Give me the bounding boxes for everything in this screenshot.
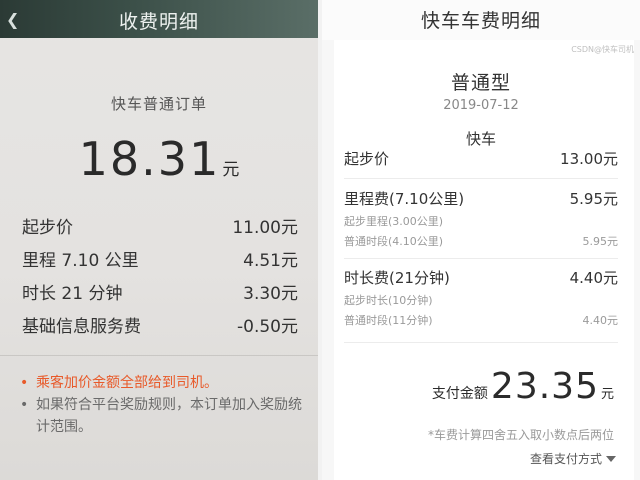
fee-label: 时长费(21分钟) (344, 269, 450, 287)
total-amount-unit: 元 (222, 160, 240, 180)
base-fare-row: 起步价 13.00元 (344, 148, 618, 169)
bullet: • (20, 375, 29, 391)
rounding-footnote: *车费计算四舍五入取小数点后两位 (427, 428, 614, 442)
mileage-fee-row: 里程费(7.10公里) 5.95元 (344, 188, 618, 209)
fee-row-base: 起步价 11.00元 (22, 209, 298, 242)
trip-date: 2019-07-12 (443, 98, 519, 113)
fee-row-duration: 时长 21 分钟 3.30元 (22, 275, 298, 308)
car-type: 普通型 (450, 72, 511, 94)
fee-label: 基础信息服务费 (22, 317, 141, 337)
duration-fee-row: 时长费(21分钟) 4.40元 (344, 267, 618, 288)
sub-label: 起步里程(3.00公里) (344, 215, 444, 228)
row-divider (344, 258, 618, 259)
notes: • 乘客加价金额全部给到司机。 • 如果符合平台奖励规则，本订单加入奖励统计范围… (20, 372, 305, 438)
sub-label: 普通时段(11分钟) (344, 314, 433, 327)
page-title: 快车车费明细 (420, 10, 541, 32)
fee-label: 起步价 (22, 218, 73, 238)
note-item: • 如果符合平台奖励规则，本订单加入奖励统计范围。 (20, 394, 305, 438)
header: 快车车费明细 (322, 0, 640, 40)
fee-value: -0.50元 (237, 317, 298, 337)
total-amount-value: 18.31 (78, 132, 221, 186)
top-bar: ❮ 收费明细 (0, 0, 318, 38)
fee-label: 里程费(7.10公里) (344, 190, 465, 208)
pay-unit: 元 (600, 387, 614, 402)
comparison-screenshot: ❮ 收费明细 快车普通订单 18.31 元 起步价 11.00元 里程 7.10 … (0, 0, 640, 480)
total-amount: 18.31 元 (0, 132, 318, 186)
fee-row-mileage: 里程 7.10 公里 4.51元 (22, 242, 298, 275)
fee-value: 11.00元 (232, 218, 298, 238)
pay-amount: 23.35 (490, 366, 599, 407)
note-item: • 乘客加价金额全部给到司机。 (20, 372, 305, 394)
note-text: 乘客加价金额全部给到司机。 (36, 375, 218, 391)
fee-rows: 起步价 11.00元 里程 7.10 公里 4.51元 时长 21 分钟 3.3… (22, 209, 298, 341)
fee-value: 5.95元 (569, 190, 618, 208)
view-payment-label: 查看支付方式 (529, 452, 602, 466)
fee-value: 4.51元 (243, 251, 298, 271)
bullet: • (20, 397, 29, 413)
view-payment-method-button[interactable]: 查看支付方式 (530, 450, 616, 467)
pay-label: 支付金额 (431, 386, 488, 402)
mileage-sub-row: 普通时段(4.10公里) 5.95元 (344, 233, 618, 249)
driver-fee-detail-screen: ❮ 收费明细 快车普通订单 18.31 元 起步价 11.00元 里程 7.10 … (0, 0, 318, 480)
order-type: 快车普通订单 (110, 95, 207, 113)
payment-total: 支付金额 23.35 元 (432, 366, 614, 407)
duration-sub-row: 普通时段(11分钟) 4.40元 (344, 312, 618, 328)
mileage-sub-row: 起步里程(3.00公里) (344, 213, 618, 229)
note-text: 如果符合平台奖励规则，本订单加入奖励统计范围。 (36, 397, 302, 435)
fee-label: 时长 21 分钟 (22, 284, 123, 304)
fee-row-service: 基础信息服务费 -0.50元 (22, 308, 298, 341)
watermark: CSDN@快车司机 (571, 45, 634, 54)
sub-value: 5.95元 (582, 235, 619, 248)
fee-value: 3.30元 (243, 284, 298, 304)
fee-value: 4.40元 (569, 269, 618, 287)
fee-label: 里程 7.10 公里 (22, 251, 139, 271)
duration-sub-row: 起步时长(10分钟) (344, 292, 618, 308)
fee-value: 13.00元 (560, 150, 618, 168)
row-divider (344, 342, 618, 343)
product-name: 快车 (465, 130, 496, 148)
passenger-fee-detail-screen: 快车车费明细 CSDN@快车司机 普通型 2019-07-12 快车 起步价 1… (322, 0, 640, 480)
page-title: 收费明细 (118, 11, 199, 33)
sub-label: 普通时段(4.10公里) (344, 235, 444, 248)
sub-label: 起步时长(10分钟) (344, 294, 433, 307)
divider (0, 355, 318, 356)
fee-label: 起步价 (344, 150, 390, 168)
caret-down-icon (606, 455, 616, 462)
sub-value: 4.40元 (582, 314, 619, 327)
row-divider (344, 178, 618, 179)
